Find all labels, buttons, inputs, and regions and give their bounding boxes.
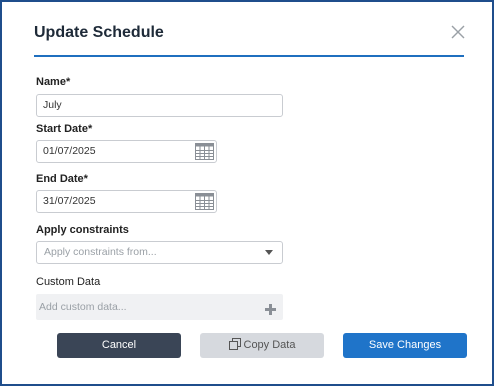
custom-data-placeholder: Add custom data... [39,301,127,313]
calendar-icon[interactable] [195,143,214,160]
name-input[interactable]: July [36,94,283,117]
dialog-title: Update Schedule [34,24,164,41]
copy-icon [228,335,241,350]
chevron-down-icon [265,250,273,255]
custom-data-input[interactable]: Add custom data... [36,294,283,320]
name-value: July [43,99,62,111]
end-date-input[interactable]: 31/07/2025 [36,190,217,213]
save-changes-button[interactable]: Save Changes [343,333,467,358]
start-date-value: 01/07/2025 [43,145,96,157]
constraints-select[interactable]: Apply constraints from... [36,241,283,264]
name-label: Name* [36,76,71,88]
start-date-label: Start Date* [36,123,93,135]
copy-data-button[interactable]: Copy Data [200,333,324,358]
cancel-button[interactable]: Cancel [57,333,181,358]
constraints-label: Apply constraints [36,224,129,236]
title-divider [34,55,464,57]
end-date-value: 31/07/2025 [43,195,96,207]
start-date-input[interactable]: 01/07/2025 [36,140,217,163]
close-icon[interactable] [448,22,468,42]
update-schedule-dialog: Update Schedule Name* July Start Date* 0… [0,0,494,386]
constraints-placeholder: Apply constraints from... [44,246,157,258]
end-date-label: End Date* [36,173,88,185]
copy-data-label: Copy Data [243,339,296,351]
plus-icon[interactable] [264,300,277,315]
custom-data-label: Custom Data [36,276,101,288]
calendar-icon[interactable] [195,193,214,210]
